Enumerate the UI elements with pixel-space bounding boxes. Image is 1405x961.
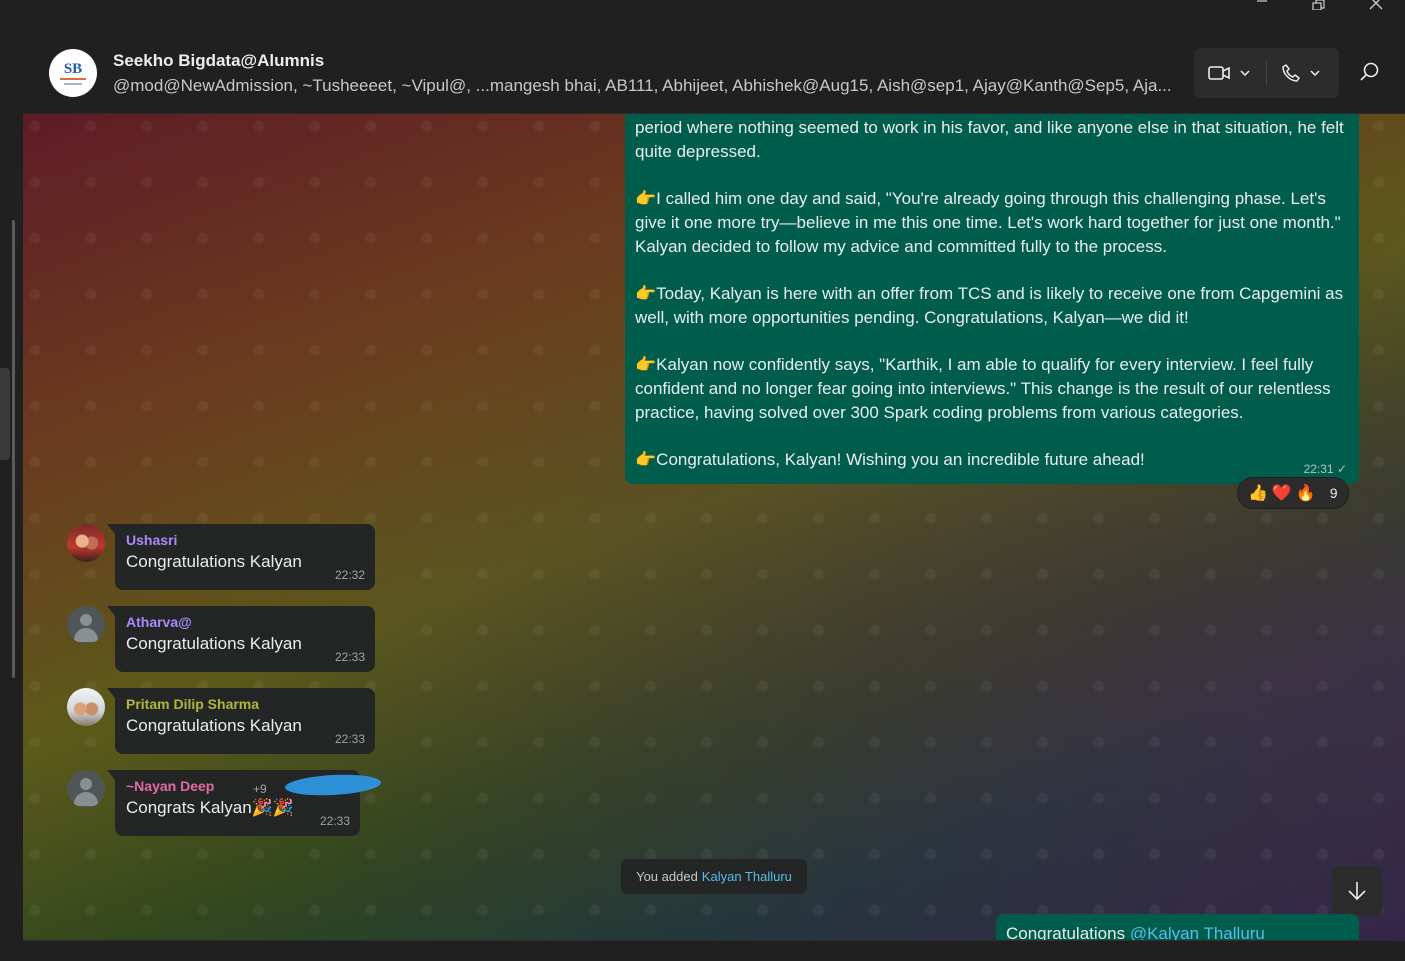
message-paragraph: 👉Today, Kalyan is here with an offer fro…: [635, 284, 1344, 327]
message-text: Congratulations Kalyan: [126, 552, 302, 571]
reaction-count: 9: [1329, 485, 1338, 501]
avatar[interactable]: [67, 524, 105, 562]
message-paragraph: period where nothing seemed to work in h…: [635, 118, 1344, 161]
message-time: 22:33: [334, 732, 365, 746]
close-icon[interactable]: [1353, 0, 1399, 34]
avatar[interactable]: [67, 688, 105, 726]
heart-reaction: ❤️: [1271, 485, 1292, 502]
message-meta: 22:31 ✓: [1304, 462, 1347, 476]
message-text: Congratulations Kalyan: [126, 634, 302, 653]
message-time: 22:31: [1303, 462, 1334, 476]
group-members[interactable]: @mod@NewAdmission, ~Tusheeeet, ~Vipul@, …: [113, 76, 1183, 96]
phone-icon: [1282, 64, 1300, 82]
group-avatar[interactable]: SB: [49, 49, 97, 97]
added-member-link[interactable]: Kalyan Thalluru: [702, 869, 792, 884]
sender-name[interactable]: Ushasri: [126, 532, 365, 548]
left-sidebar-strip: [0, 34, 23, 961]
message-paragraph: 👉Congratulations, Kalyan! Wishing you an…: [635, 450, 1145, 469]
reactions-bar[interactable]: 👍 ❤️ 🔥 9: [1237, 477, 1349, 509]
minimize-icon[interactable]: [1239, 0, 1285, 34]
thumbs-up-reaction: 👍: [1248, 485, 1268, 502]
outgoing-message-bubble[interactable]: period where nothing seemed to work in h…: [625, 114, 1359, 484]
mention-link[interactable]: @Kalyan Thalluru: [1130, 924, 1265, 940]
message-text: Congratulations: [1006, 924, 1126, 940]
message-time: 22:33: [319, 814, 350, 828]
system-message: You added Kalyan Thalluru: [621, 859, 807, 894]
fire-reaction: 🔥: [1295, 485, 1316, 502]
group-name[interactable]: Seekho Bigdata@Alumnis: [113, 51, 324, 71]
chevron-down-icon: [1240, 70, 1250, 76]
avatar[interactable]: [67, 606, 105, 644]
sender-phone: +9: [253, 782, 267, 796]
incoming-message[interactable]: Atharva@ Congratulations Kalyan 22:33: [107, 606, 375, 672]
incoming-message[interactable]: Ushasri Congratulations Kalyan 22:32: [107, 524, 375, 590]
sender-name[interactable]: Pritam Dilip Sharma: [126, 696, 365, 712]
voice-call-button[interactable]: [1282, 48, 1320, 98]
message-paragraph: 👉Kalyan now confidently says, "Karthik, …: [635, 355, 1331, 422]
message-text: Congratulations Kalyan: [126, 716, 302, 735]
message-time: 22:32: [334, 568, 365, 582]
search-icon: [1360, 62, 1379, 81]
incoming-message[interactable]: Pritam Dilip Sharma Congratulations Kaly…: [107, 688, 375, 754]
search-button[interactable]: [1359, 61, 1383, 85]
video-camera-icon: [1208, 66, 1230, 80]
sender-name[interactable]: Atharva@: [126, 614, 365, 630]
sidebar-resize-handle[interactable]: [0, 368, 10, 460]
scroll-down-button[interactable]: [1332, 866, 1382, 916]
scrollbar-thumb[interactable]: [12, 220, 15, 678]
chat-area[interactable]: period where nothing seemed to work in h…: [23, 114, 1405, 940]
video-call-button[interactable]: [1208, 48, 1250, 98]
message-text: Congrats Kalyan🎉🎉: [126, 798, 295, 817]
message-paragraph: 👉I called him one day and said, "You're …: [635, 189, 1341, 256]
message-composer[interactable]: [23, 940, 1405, 961]
arrow-down-icon: [1348, 882, 1366, 901]
outgoing-message-bubble[interactable]: Congratulations @Kalyan Thalluru: [996, 914, 1359, 940]
call-controls: [1194, 48, 1339, 98]
chevron-down-icon: [1310, 70, 1320, 76]
chat-header: SB Seekho Bigdata@Alumnis @mod@NewAdmiss…: [23, 34, 1405, 114]
delivered-check-icon: ✓: [1336, 462, 1347, 476]
avatar[interactable]: [67, 770, 105, 808]
restore-icon[interactable]: [1296, 0, 1342, 34]
title-bar: [0, 0, 1405, 34]
message-time: 22:33: [334, 650, 365, 664]
